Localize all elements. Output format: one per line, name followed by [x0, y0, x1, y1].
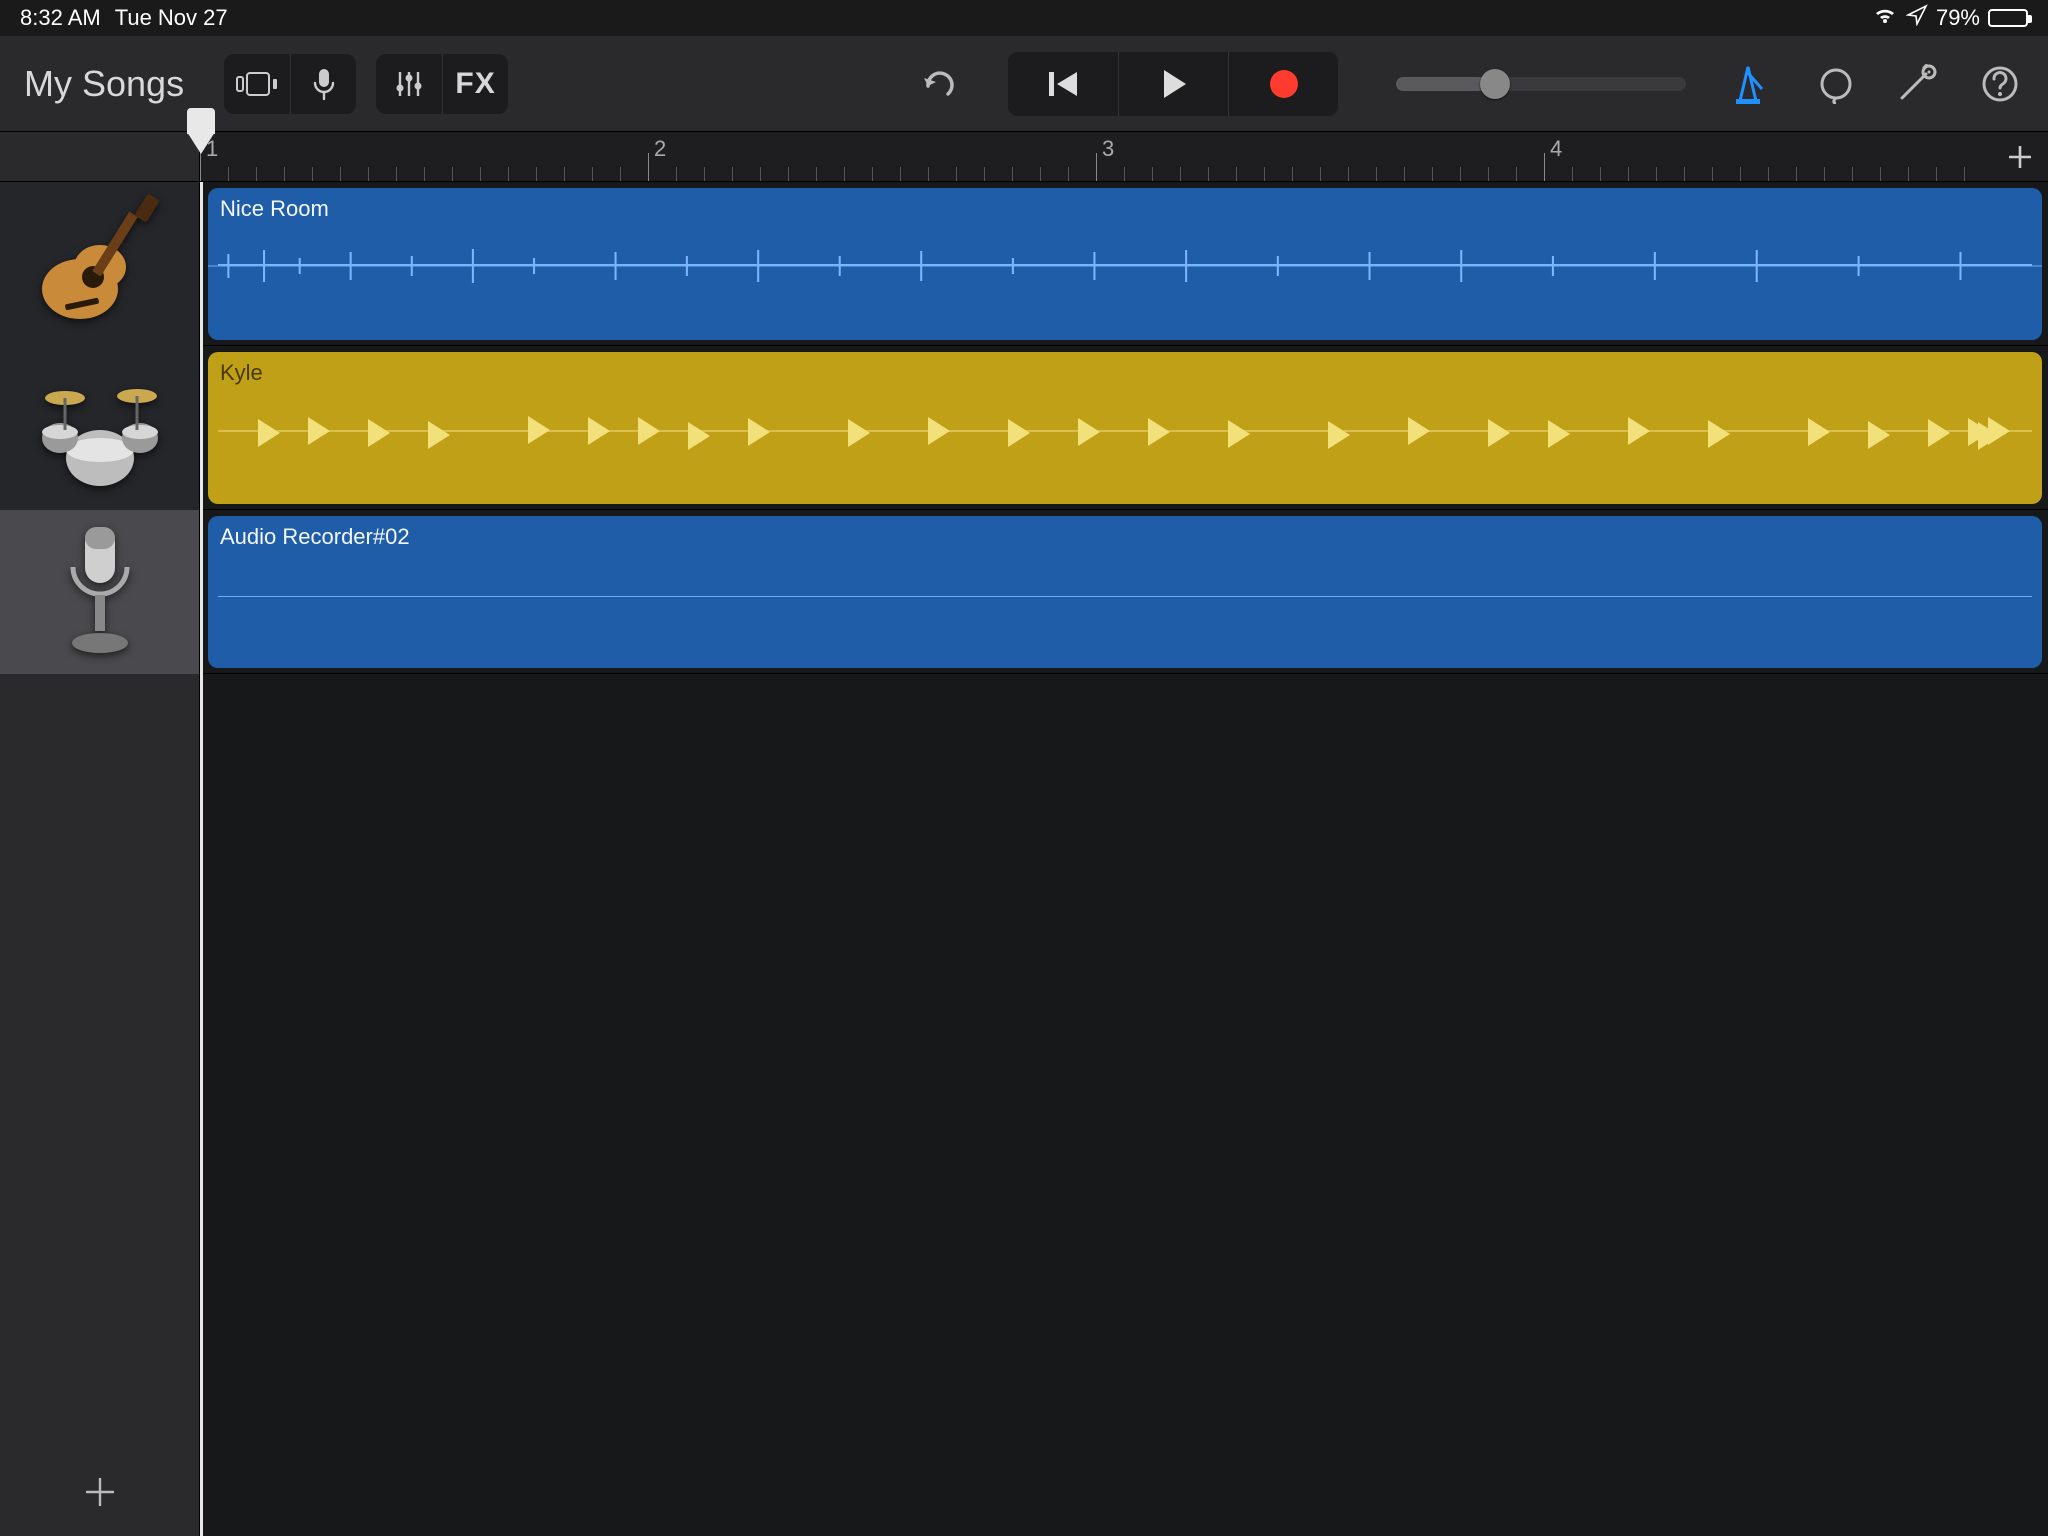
battery-icon — [1988, 9, 2028, 27]
metronome-button[interactable] — [1724, 60, 1772, 108]
ruler-row: 1234 — [0, 132, 2048, 182]
add-track-button[interactable] — [76, 1468, 124, 1516]
ruler-corner — [0, 132, 200, 181]
audio-region[interactable]: Audio Recorder#02 — [208, 516, 2042, 668]
status-bar: 8:32 AM Tue Nov 27 79% — [0, 0, 2048, 36]
master-volume-slider[interactable] — [1396, 77, 1686, 91]
track-header-drums[interactable] — [0, 346, 199, 510]
microphone-button[interactable] — [290, 54, 356, 114]
bar-number: 2 — [654, 136, 666, 162]
bar-number: 4 — [1550, 136, 1562, 162]
track-lane[interactable]: Nice Room — [200, 182, 2048, 346]
track-header-mic[interactable] — [0, 510, 199, 674]
track-lanes[interactable]: Nice Room — [200, 182, 2048, 1536]
track-lane[interactable]: Kyle — [200, 346, 2048, 510]
track-headers — [0, 182, 200, 1536]
go-to-start-button[interactable] — [1008, 52, 1118, 116]
fx-button[interactable]: FX — [442, 54, 508, 114]
transport-controls — [1008, 52, 1338, 116]
track-lane[interactable]: Audio Recorder#02 — [200, 510, 2048, 674]
bar-number: 3 — [1102, 136, 1114, 162]
region-label: Audio Recorder#02 — [220, 524, 2030, 550]
controls-group: FX — [376, 54, 508, 114]
guitar-icon — [25, 189, 175, 339]
tracks-area: Nice Room — [0, 182, 2048, 1536]
drums-icon — [25, 358, 175, 498]
timeline-ruler[interactable]: 1234 — [200, 132, 1992, 181]
wifi-icon — [1872, 5, 1898, 31]
status-time: 8:32 AM — [20, 5, 101, 31]
battery-percent: 79% — [1936, 5, 1980, 31]
view-mode-group — [224, 54, 356, 114]
playhead[interactable] — [200, 182, 203, 1536]
track-header-guitar[interactable] — [0, 182, 199, 346]
status-date: Tue Nov 27 — [115, 5, 228, 31]
help-button[interactable] — [1976, 60, 2024, 108]
loop-browser-button[interactable] — [1812, 60, 1860, 108]
mixer-button[interactable] — [376, 54, 442, 114]
tracks-view-button[interactable] — [224, 54, 290, 114]
mic-icon — [45, 517, 155, 667]
midi-notes-icon — [208, 410, 2042, 460]
record-button[interactable] — [1228, 52, 1338, 116]
midi-region[interactable]: Kyle — [208, 352, 2042, 504]
region-label: Nice Room — [220, 196, 2030, 222]
toolbar: My Songs FX — [0, 36, 2048, 132]
waveform-icon — [208, 244, 2042, 288]
undo-button[interactable] — [908, 54, 968, 114]
my-songs-button[interactable]: My Songs — [24, 63, 184, 105]
location-icon — [1906, 4, 1928, 32]
add-section-button[interactable] — [1992, 132, 2048, 181]
region-label: Kyle — [220, 360, 2030, 386]
audio-region[interactable]: Nice Room — [208, 188, 2042, 340]
settings-button[interactable] — [1894, 60, 1942, 108]
play-button[interactable] — [1118, 52, 1228, 116]
